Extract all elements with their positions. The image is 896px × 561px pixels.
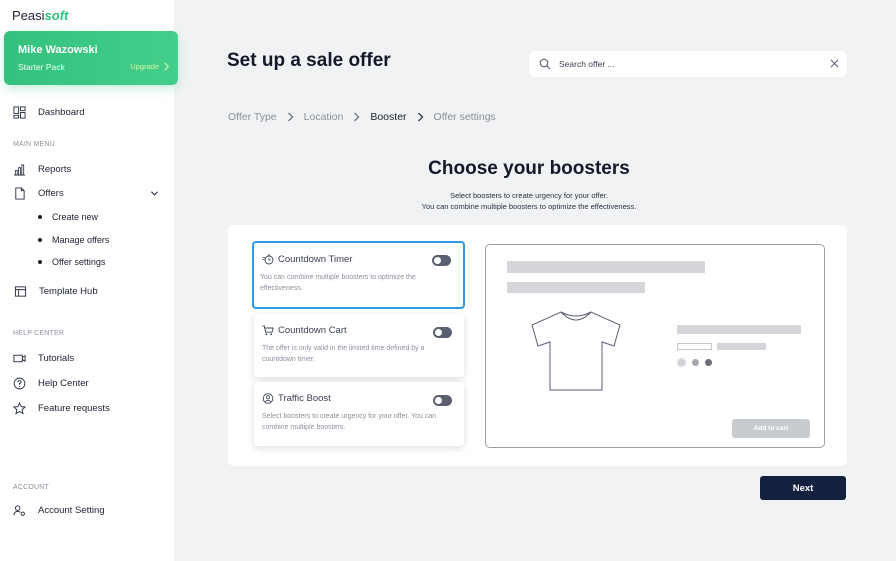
- document-icon: [14, 186, 25, 200]
- chevron-down-icon[interactable]: [150, 189, 159, 198]
- booster-title: Traffic Boost: [262, 393, 331, 404]
- sidebar-item-dashboard[interactable]: Dashboard: [12, 105, 84, 119]
- star-icon: [12, 401, 26, 415]
- option-placeholder: [717, 343, 766, 350]
- section-label-help-center: HELP CENTER: [13, 330, 65, 337]
- sidebar-item-template-hub[interactable]: Template Hub: [13, 284, 98, 298]
- toggle-knob: [435, 397, 442, 404]
- tshirt-icon: [531, 311, 621, 391]
- bullet-dot: [38, 215, 42, 219]
- sidebar-subitem-create-new[interactable]: Create new: [38, 212, 98, 222]
- booster-title-text: Countdown Timer: [278, 254, 353, 265]
- user-settings-icon: [12, 504, 25, 516]
- price-placeholder: [677, 325, 801, 334]
- toggle-knob: [435, 329, 442, 336]
- help-circle-icon: [13, 377, 25, 389]
- sidebar-item-help-center[interactable]: Help Center: [12, 376, 89, 390]
- search-input[interactable]: [559, 56, 819, 72]
- section-heading: Choose your boosters: [428, 158, 630, 179]
- color-swatch[interactable]: [678, 359, 685, 366]
- add-to-cart-button[interactable]: Add to cart: [732, 419, 810, 438]
- chevron-right-icon: [417, 112, 423, 122]
- sidebar: Peasisoft Mike Wazowski Starter Pack Upg…: [0, 0, 178, 561]
- video-icon: [12, 354, 26, 362]
- section-label-account: ACCOUNT: [13, 484, 50, 491]
- sidebar-subitem-manage-offers[interactable]: Manage offers: [38, 235, 109, 245]
- breadcrumb: Offer Type Location Booster Offer settin…: [228, 111, 496, 123]
- booster-toggle[interactable]: [432, 255, 451, 266]
- sidebar-item-label: Reports: [38, 163, 72, 175]
- sidebar-subitem-label: Manage offers: [52, 235, 110, 245]
- search-bar[interactable]: [529, 51, 847, 77]
- booster-description: Select boosters to create urgency for yo…: [262, 413, 437, 431]
- sidebar-item-reports[interactable]: Reports: [12, 162, 71, 176]
- breadcrumb-offer-type[interactable]: Offer Type: [228, 111, 277, 123]
- sidebar-item-label: Offers: [38, 187, 64, 199]
- sidebar-item-offers[interactable]: Offers: [12, 186, 64, 200]
- booster-title-text: Traffic Boost: [278, 393, 331, 404]
- booster-title: Countdown Cart: [262, 325, 347, 336]
- product-preview: Add to cart: [485, 244, 825, 448]
- upgrade-link[interactable]: Upgrade: [130, 62, 170, 71]
- timer-icon: [262, 254, 274, 265]
- booster-description: You can combine multiple boosters to opt…: [260, 274, 416, 292]
- user-plan: Starter Pack: [18, 62, 65, 72]
- page-title: Set up a sale offer: [227, 50, 391, 71]
- breadcrumb-location[interactable]: Location: [304, 111, 344, 123]
- sidebar-subitem-label: Create new: [52, 212, 99, 222]
- sidebar-item-tutorials[interactable]: Tutorials: [12, 351, 74, 365]
- dashboard-icon: [12, 105, 26, 119]
- bullet-dot: [38, 238, 42, 242]
- chevron-right-icon: [164, 62, 170, 71]
- color-swatch[interactable]: [692, 359, 699, 366]
- option-placeholder: [677, 343, 712, 350]
- color-swatch[interactable]: [705, 359, 712, 366]
- sidebar-item-label: Help Center: [38, 377, 89, 389]
- section-label-main-menu: MAIN MENU: [13, 141, 55, 148]
- sidebar-item-label: Dashboard: [38, 106, 85, 118]
- sidebar-item-label: Template Hub: [39, 285, 98, 297]
- sidebar-item-label: Tutorials: [38, 352, 75, 364]
- bar-chart-icon: [13, 163, 25, 176]
- section-subtitle: Select boosters to create urgency for yo…: [450, 191, 608, 200]
- booster-toggle[interactable]: [433, 395, 452, 406]
- bullet-dot: [38, 260, 42, 264]
- sidebar-subitem-offer-settings[interactable]: Offer settings: [38, 257, 105, 267]
- traffic-icon: [262, 393, 274, 404]
- booster-description: The offer is only valid in the limited t…: [262, 345, 425, 363]
- subtitle-placeholder: [507, 282, 645, 293]
- booster-title: Countdown Timer: [262, 254, 352, 265]
- cart-icon: [262, 325, 274, 336]
- upgrade-label: Upgrade: [130, 62, 159, 71]
- title-placeholder: [507, 261, 705, 273]
- breadcrumb-offer-settings[interactable]: Offer settings: [434, 111, 496, 123]
- booster-card-countdown-timer[interactable]: Countdown Timer You can combine multiple…: [252, 241, 465, 309]
- brand-logo: Peasisoft: [12, 8, 69, 23]
- chevron-right-icon: [354, 112, 360, 122]
- breadcrumb-booster[interactable]: Booster: [370, 111, 406, 123]
- booster-title-text: Countdown Cart: [278, 325, 347, 336]
- template-icon: [14, 285, 26, 297]
- search-icon: [539, 58, 551, 70]
- user-name: Mike Wazowski: [18, 44, 98, 56]
- booster-toggle[interactable]: [433, 327, 452, 338]
- booster-card-traffic-boost[interactable]: Traffic Boost Select boosters to create …: [254, 382, 464, 446]
- toggle-knob: [434, 257, 441, 264]
- user-card[interactable]: Mike Wazowski Starter Pack Upgrade: [4, 31, 178, 85]
- sidebar-item-label: Account Setting: [38, 504, 105, 516]
- sidebar-item-feature-requests[interactable]: Feature requests: [12, 401, 110, 415]
- chevron-right-icon: [287, 112, 293, 122]
- next-button[interactable]: Next: [760, 476, 846, 500]
- sidebar-item-label: Feature requests: [38, 402, 110, 414]
- sidebar-subitem-label: Offer settings: [52, 257, 106, 267]
- sidebar-item-account-setting[interactable]: Account Setting: [12, 503, 105, 517]
- close-icon[interactable]: [830, 59, 839, 68]
- section-subtitle: You can combine multiple boosters to opt…: [421, 202, 637, 211]
- booster-card-countdown-cart[interactable]: Countdown Cart The offer is only valid i…: [254, 314, 464, 377]
